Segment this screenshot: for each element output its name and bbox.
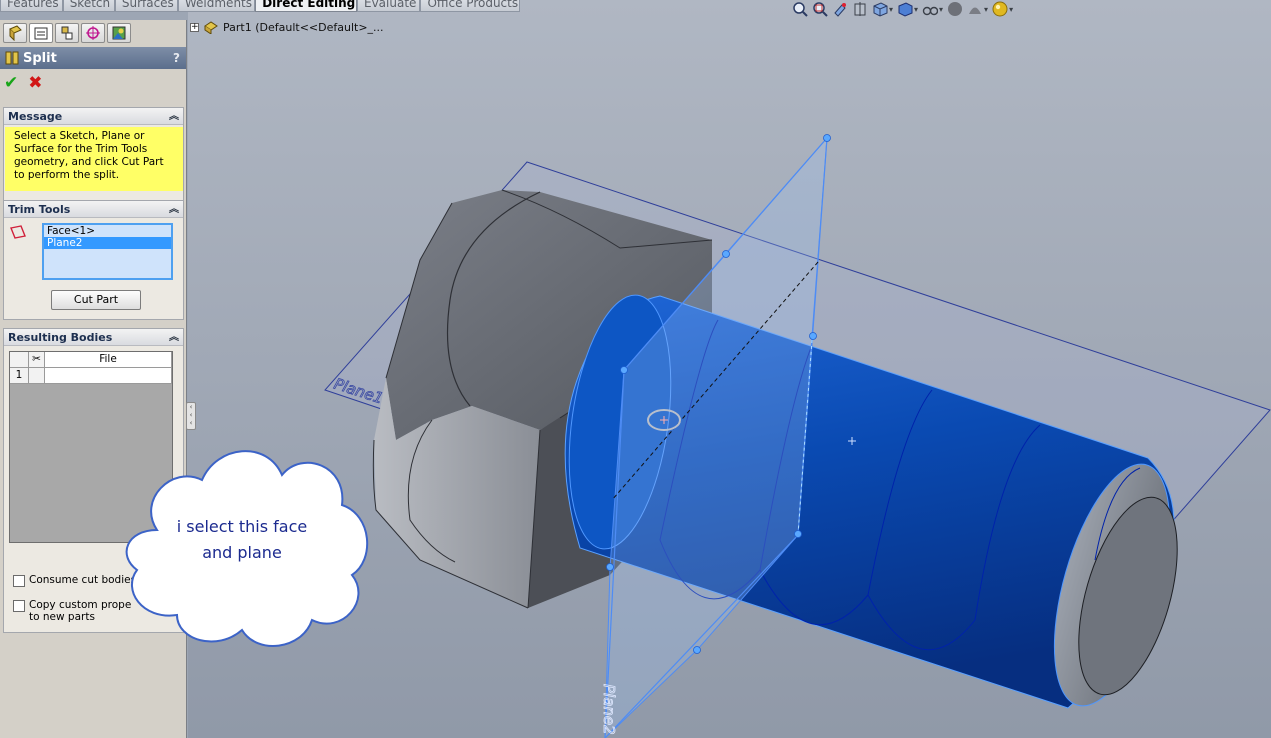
hide-show-items-icon[interactable] bbox=[922, 1, 939, 17]
expand-toggle[interactable]: + bbox=[190, 22, 199, 32]
callout-line2: and plane bbox=[202, 543, 282, 562]
tab-feature-manager[interactable] bbox=[3, 23, 27, 43]
chevron-down-icon[interactable]: ▾ bbox=[914, 5, 918, 14]
edit-appearance-icon[interactable] bbox=[947, 1, 963, 17]
previous-view-icon[interactable] bbox=[832, 1, 848, 17]
tab-direct-editing[interactable]: Direct Editing bbox=[255, 0, 357, 12]
property-manager-icon bbox=[34, 27, 48, 40]
display-style-icon[interactable] bbox=[897, 1, 913, 17]
message-title: Message bbox=[8, 110, 63, 123]
tab-surfaces[interactable]: Surfaces bbox=[114, 0, 178, 12]
dimxpert-icon bbox=[86, 26, 100, 40]
part-icon bbox=[204, 21, 218, 34]
heads-up-view-toolbar: ▾ ▾ ▾ ▾ ▾ bbox=[792, 0, 1013, 18]
collapse-chevron-icon[interactable]: ︽ bbox=[169, 201, 179, 218]
row-number: 1 bbox=[10, 368, 29, 384]
tab-property-manager[interactable] bbox=[29, 23, 53, 43]
tab-office-products[interactable]: Office Products bbox=[420, 0, 520, 12]
row-file-cell[interactable] bbox=[45, 368, 172, 384]
message-group-title[interactable]: Message ︽ bbox=[4, 108, 183, 125]
ok-check-icon[interactable]: ✔ bbox=[4, 75, 18, 92]
tab-configuration-manager[interactable] bbox=[55, 23, 79, 43]
trim-item-face1[interactable]: Face<1> bbox=[44, 225, 171, 237]
table-row[interactable]: 1 bbox=[10, 368, 172, 384]
consume-cut-bodies-checkbox[interactable] bbox=[13, 575, 25, 587]
property-manager-title: Split bbox=[23, 50, 57, 66]
copy-custom-properties-line1: Copy custom prope bbox=[29, 599, 132, 611]
command-manager-tabs: Features Sketch Surfaces Weldments Direc… bbox=[0, 0, 520, 12]
message-group: Message ︽ Select a Sketch, Plane or Surf… bbox=[3, 107, 184, 212]
feature-manager-icon bbox=[9, 25, 22, 41]
trim-item-plane2[interactable]: Plane2 bbox=[44, 237, 171, 249]
part-name: Part1 (Default<<Default>_... bbox=[223, 20, 384, 34]
property-manager-header: Split ? bbox=[0, 47, 186, 69]
resulting-bodies-title: Resulting Bodies bbox=[8, 331, 113, 344]
chevron-down-icon[interactable]: ▾ bbox=[1009, 5, 1013, 14]
feature-tree-flyout[interactable]: + Part1 (Default<<Default>_... bbox=[190, 20, 384, 34]
tab-weldments[interactable]: Weldments bbox=[177, 0, 256, 12]
header-file: File bbox=[45, 352, 172, 368]
manager-tabs bbox=[0, 20, 186, 44]
split-feature-icon bbox=[5, 51, 19, 65]
callout-text: i select this face and plane bbox=[152, 514, 332, 566]
chevron-down-icon[interactable]: ▾ bbox=[939, 5, 943, 14]
copy-custom-properties-label: Copy custom prope to new parts bbox=[29, 599, 131, 623]
scissors-icon: ✂ bbox=[29, 352, 45, 368]
row-checkbox-cell[interactable] bbox=[29, 368, 45, 384]
display-manager-icon bbox=[112, 26, 126, 40]
zoom-to-area-icon[interactable] bbox=[812, 1, 828, 17]
help-button[interactable]: ? bbox=[173, 51, 180, 65]
trim-tool-plane-icon bbox=[10, 225, 26, 239]
copy-custom-properties-checkbox[interactable] bbox=[13, 600, 25, 612]
trim-tools-title: Trim Tools bbox=[8, 203, 71, 216]
section-view-icon[interactable] bbox=[852, 1, 868, 17]
copy-custom-properties-option[interactable]: Copy custom prope to new parts bbox=[13, 599, 131, 623]
tab-evaluate[interactable]: Evaluate bbox=[357, 0, 421, 12]
table-header-row: ✂ File bbox=[10, 352, 172, 368]
trim-tools-selection-list[interactable]: Face<1> Plane2 bbox=[42, 223, 173, 280]
message-text: Select a Sketch, Plane or Surface for th… bbox=[5, 127, 183, 191]
trim-tools-group-title[interactable]: Trim Tools ︽ bbox=[4, 201, 183, 218]
cut-part-button[interactable]: Cut Part bbox=[51, 290, 141, 310]
callout-line1: i select this face bbox=[176, 517, 308, 536]
collapse-chevron-icon[interactable]: ︽ bbox=[169, 329, 179, 346]
tab-features[interactable]: Features bbox=[0, 0, 63, 12]
view-orientation-icon[interactable] bbox=[872, 1, 888, 17]
zoom-to-fit-icon[interactable] bbox=[792, 1, 808, 17]
chevron-down-icon[interactable]: ▾ bbox=[889, 5, 893, 14]
configuration-manager-icon bbox=[61, 26, 73, 40]
plane2-label: Plane2 bbox=[600, 684, 618, 735]
resulting-bodies-group-title[interactable]: Resulting Bodies ︽ bbox=[4, 329, 183, 346]
trim-tools-group: Trim Tools ︽ Face<1> Plane2 Cut Part bbox=[3, 200, 184, 320]
panel-collapse-handle[interactable]: ‹ ‹ ‹ bbox=[186, 402, 196, 430]
header-row-number bbox=[10, 352, 29, 368]
tab-display-manager[interactable] bbox=[107, 23, 131, 43]
apply-scene-icon[interactable] bbox=[967, 1, 983, 17]
tab-dimxpert-manager[interactable] bbox=[81, 23, 105, 43]
collapse-chevron-icon[interactable]: ︽ bbox=[169, 108, 179, 125]
tab-sketch[interactable]: Sketch bbox=[62, 0, 115, 12]
view-settings-icon[interactable] bbox=[992, 1, 1008, 17]
copy-custom-properties-line2: to new parts bbox=[29, 611, 95, 623]
cancel-x-icon[interactable]: ✖ bbox=[28, 75, 42, 92]
chevron-down-icon[interactable]: ▾ bbox=[984, 5, 988, 14]
confirmation-buttons: ✔ ✖ bbox=[4, 75, 43, 92]
